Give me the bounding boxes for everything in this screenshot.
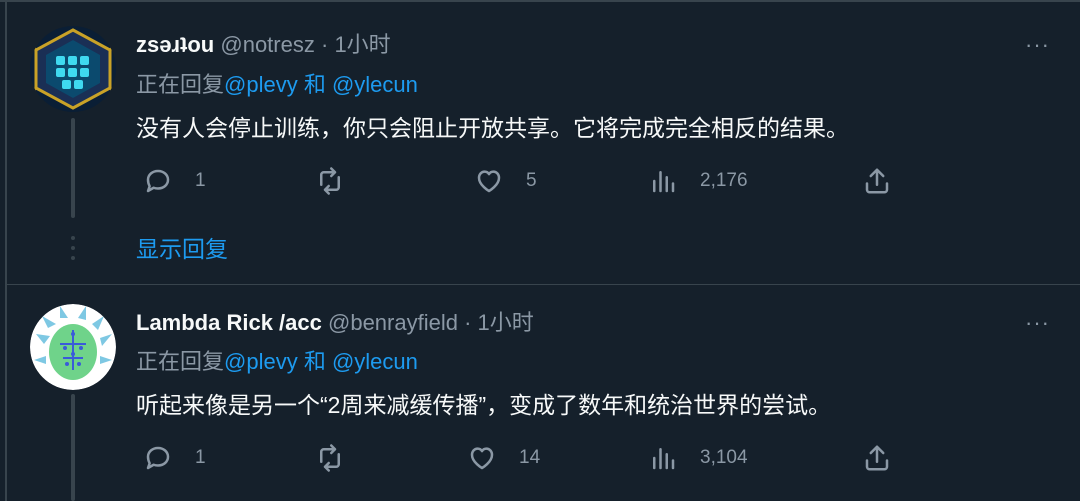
reply-button[interactable]: 1 — [143, 443, 206, 473]
timestamp[interactable]: 1小时 — [334, 32, 390, 57]
reply-count: 1 — [195, 447, 206, 468]
replying-prefix: 正在回复 — [136, 72, 225, 97]
share-button[interactable] — [862, 443, 892, 473]
retweet-button[interactable] — [315, 443, 345, 473]
like-icon — [477, 170, 501, 193]
display-name[interactable]: Lambda Rick /acc — [136, 310, 322, 335]
view-count: 2,176 — [700, 170, 748, 191]
more-options-button[interactable]: ··· — [1025, 308, 1050, 338]
mention-ylecun[interactable]: @ylecun — [332, 72, 418, 97]
reply-icon — [146, 169, 170, 193]
views-icon — [653, 171, 675, 193]
user-handle[interactable]: @benrayfield — [328, 310, 458, 335]
timestamp[interactable]: 1小时 — [478, 310, 534, 335]
thread-line — [71, 394, 75, 501]
views-button[interactable]: 3,104 — [648, 443, 748, 473]
retweet-button[interactable] — [315, 166, 345, 196]
like-button[interactable]: 14 — [467, 443, 540, 473]
replying-to: 正在回复@plevy 和 @ylecun — [136, 70, 418, 100]
tweet-text: 没有人会停止训练，你只会阻止开放共享。它将完成完全相反的结果。 — [136, 115, 849, 141]
replying-and: 和 — [297, 349, 332, 374]
like-button[interactable]: 5 — [474, 166, 537, 196]
retweet-icon — [320, 167, 340, 195]
thread-line — [71, 118, 75, 218]
left-border — [5, 0, 7, 501]
like-count: 14 — [519, 447, 541, 468]
mention-plevy[interactable]: @plevy — [224, 72, 298, 97]
tweet-text: 听起来像是另一个“2周来减缓传播”，变成了数年和统治世界的尝试。 — [136, 392, 832, 418]
retweet-icon — [320, 444, 340, 472]
more-options-button[interactable]: ··· — [1025, 30, 1050, 60]
user-handle[interactable]: @notresz — [220, 32, 314, 57]
reply-icon — [146, 446, 170, 470]
share-icon — [865, 168, 889, 194]
share-icon — [865, 445, 889, 471]
tweet-header: Lambda Rick /acc @benrayfield · 1小时 — [136, 308, 534, 338]
like-count: 5 — [526, 170, 537, 191]
thread-gap-dots — [71, 236, 75, 266]
separator: · — [320, 32, 329, 57]
tweet-divider — [7, 284, 1080, 285]
mention-ylecun[interactable]: @ylecun — [332, 349, 418, 374]
replying-prefix: 正在回复 — [136, 349, 225, 374]
separator: · — [464, 310, 472, 335]
mention-plevy[interactable]: @plevy — [224, 349, 298, 374]
avatar-benrayfield[interactable] — [30, 304, 116, 390]
replying-and: 和 — [297, 72, 332, 97]
tweet-header: zsəɹʇou @notresz · 1小时 — [136, 30, 391, 60]
reply-button[interactable]: 1 — [143, 166, 206, 196]
views-button[interactable]: 2,176 — [648, 166, 748, 196]
show-replies-link[interactable]: 显示回复 — [136, 234, 228, 264]
view-count: 3,104 — [700, 447, 748, 468]
like-icon — [470, 447, 494, 470]
reply-count: 1 — [195, 170, 206, 191]
top-border — [0, 0, 1080, 2]
avatar-notresz[interactable] — [30, 26, 116, 112]
display-name[interactable]: zsəɹʇou — [136, 32, 214, 57]
views-icon — [653, 448, 675, 470]
replying-to: 正在回复@plevy 和 @ylecun — [136, 347, 418, 377]
share-button[interactable] — [862, 166, 892, 196]
